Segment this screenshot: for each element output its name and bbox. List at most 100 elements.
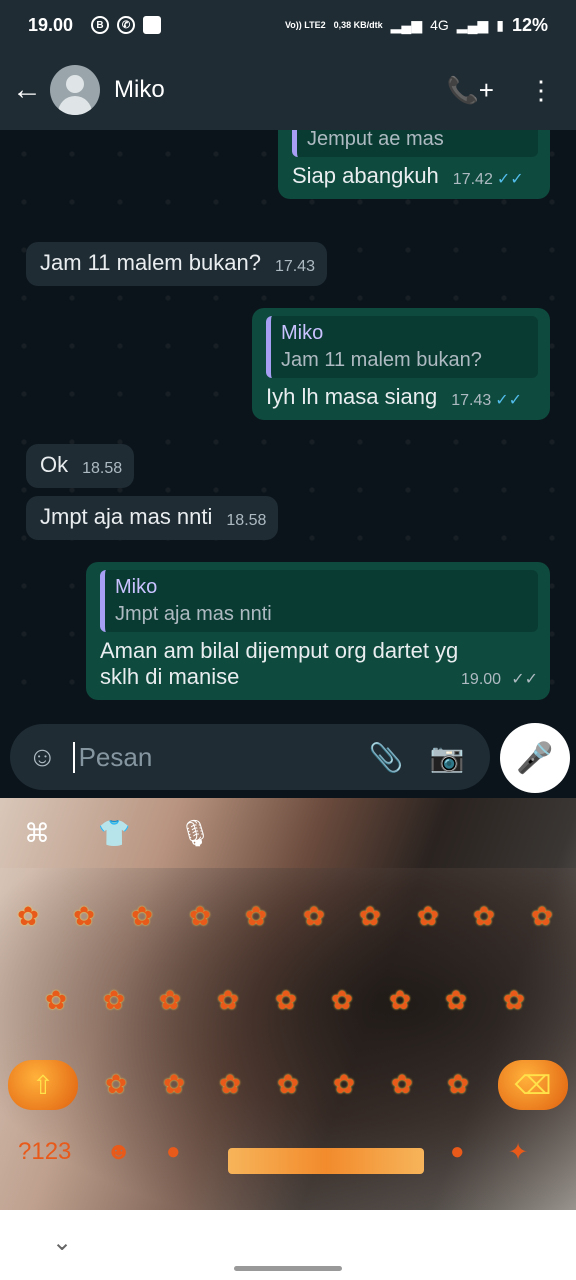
quote-text: Jemput ae mas <box>307 130 444 150</box>
mic-icon: 🎤 <box>516 741 554 775</box>
message-time: 17.42 <box>452 171 493 188</box>
message-input-container: ☺ 📎 📷 <box>10 724 490 790</box>
symbols-key-label: ?123 <box>18 1138 72 1165</box>
quote-author: Miko <box>281 322 324 344</box>
period-key[interactable]: ● <box>450 1138 465 1166</box>
message-line-2: sklh di manise <box>100 664 240 689</box>
chat-header: ← Miko 📞+ ⋮ <box>0 50 576 130</box>
message-bubble-in[interactable]: Ok 18.58 <box>26 444 135 488</box>
delete-icon: ⌫ <box>514 1069 552 1100</box>
keyboard-key[interactable]: ✿ <box>382 1066 422 1102</box>
attach-icon[interactable]: 📎 <box>369 741 404 774</box>
bag-icon <box>143 16 162 34</box>
message-text: Siap abangkuh <box>292 163 439 188</box>
keyboard-key[interactable]: ✿ <box>96 1066 136 1102</box>
contact-name[interactable]: Miko <box>114 76 165 104</box>
keyboard-key[interactable]: ✿ <box>154 1066 194 1102</box>
battery-icon: ▮ <box>496 16 504 33</box>
keyboard-key[interactable]: ✿ <box>268 1066 308 1102</box>
enter-key[interactable]: ✦ <box>508 1138 528 1167</box>
keyboard-key[interactable]: ✿ <box>436 982 476 1018</box>
theme-icon[interactable]: 👕 <box>98 818 130 849</box>
comma-key[interactable]: ● <box>166 1138 181 1166</box>
keyboard-key[interactable]: ✿ <box>522 898 562 934</box>
keyboard-key[interactable]: ✿ <box>350 898 390 934</box>
symbols-key[interactable]: ?123 <box>18 1138 71 1166</box>
read-ticks-icon: ✓✓ <box>496 171 524 188</box>
message-time: 17.43 <box>274 258 315 275</box>
quote-text: Jmpt aja mas nnti <box>115 603 272 625</box>
keyboard-key[interactable]: ✿ <box>208 982 248 1018</box>
message-line-1: Aman am bilal dijemput org dartet yg <box>100 638 459 663</box>
keyboard-key[interactable]: ✿ <box>150 982 190 1018</box>
keyboard-key[interactable]: ✿ <box>8 898 48 934</box>
network-type: 4G <box>430 17 449 33</box>
emoji-key[interactable]: ☻ <box>106 1138 131 1166</box>
keyboard-key[interactable]: ✿ <box>266 982 306 1018</box>
message-input[interactable] <box>72 741 343 773</box>
message-bubble-out[interactable]: Jemput ae mas Siap abangkuh 17.42 ✓✓ <box>278 130 550 199</box>
keyboard-key[interactable]: ✿ <box>94 982 134 1018</box>
keyboard-key[interactable]: ✿ <box>64 898 104 934</box>
quoted-message[interactable]: Miko Jam 11 malem bukan? <box>266 316 538 378</box>
message-bubble-out[interactable]: Miko Jmpt aja mas nnti Aman am bilal dij… <box>86 562 550 700</box>
keyboard[interactable]: ⌘ 👕 🎙 ✿ ✿ ✿ ✿ ✿ ✿ ✿ ✿ ✿ ✿ ✿ ✿ ✿ ✿ ✿ ✿ ✿ … <box>0 798 576 1210</box>
message-text: Jmpt aja mas nnti <box>40 504 213 529</box>
chat-area[interactable]: Jemput ae mas Siap abangkuh 17.42 ✓✓ Jam… <box>0 130 576 720</box>
status-time: 19.00 <box>28 14 74 35</box>
keyboard-key[interactable]: ✿ <box>380 982 420 1018</box>
keyboard-hide-chevron-icon[interactable]: ⌄ <box>52 1228 72 1257</box>
keyboard-key[interactable]: ✿ <box>180 898 220 934</box>
message-bubble-in[interactable]: Jmpt aja mas nnti 18.58 <box>26 496 279 540</box>
message-text: Jam 11 malem bukan? <box>40 250 261 275</box>
space-key[interactable] <box>228 1148 424 1174</box>
home-gesture-handle[interactable] <box>234 1266 342 1271</box>
message-bubble-in[interactable]: Jam 11 malem bukan? 17.43 <box>26 242 327 286</box>
delete-key[interactable]: ⌫ <box>498 1060 568 1110</box>
quote-author: Miko <box>115 576 158 598</box>
signal-icon: ▂▄▆ <box>390 16 423 33</box>
keyboard-key[interactable]: ✿ <box>322 982 362 1018</box>
quoted-message[interactable]: Miko Jmpt aja mas nnti <box>100 570 538 632</box>
keyboard-key[interactable]: ✿ <box>324 1066 364 1102</box>
keyboard-key[interactable]: ✿ <box>464 898 504 934</box>
add-call-icon[interactable]: 📞+ <box>446 75 494 106</box>
more-vert-icon[interactable]: ⋮ <box>528 75 554 106</box>
signal-icon-2: ▂▄▆ <box>456 16 489 33</box>
header-actions: 📞+ ⋮ <box>446 75 564 106</box>
message-text: Ok <box>40 452 69 477</box>
keyboard-key[interactable]: ✿ <box>438 1066 478 1102</box>
quote-text: Jam 11 malem bukan? <box>281 349 482 371</box>
back-arrow-icon[interactable]: ← <box>12 73 46 107</box>
status-bar: 19.00 B ✆ Vo)) LTE2 0,38 KB/dtk ▂▄▆ 4G ▂… <box>0 0 576 50</box>
keyboard-key[interactable]: ✿ <box>210 1066 250 1102</box>
apps-icon[interactable]: ⌘ <box>24 818 50 849</box>
emoji-icon[interactable]: ☺ <box>28 741 57 773</box>
message-time: 18.58 <box>226 512 267 529</box>
keyboard-key[interactable]: ✿ <box>494 982 534 1018</box>
camera-icon[interactable]: 📷 <box>429 741 464 774</box>
message-time: 17.43 <box>451 392 492 409</box>
message-time: 19.00 <box>461 671 502 688</box>
shift-key[interactable]: ⇧ <box>8 1060 78 1110</box>
message-bubble-out[interactable]: Miko Jam 11 malem bukan? Iyh lh masa sia… <box>252 308 550 420</box>
mic-button[interactable]: 🎤 <box>500 723 570 793</box>
notification-icons: B ✆ <box>91 16 162 34</box>
keyboard-key[interactable]: ✿ <box>294 898 334 934</box>
message-time: 18.58 <box>82 460 123 477</box>
volte-indicator: Vo)) LTE2 <box>284 19 326 30</box>
delivered-ticks-icon: ✓✓ <box>511 671 538 688</box>
quoted-message[interactable]: Jemput ae mas <box>292 130 538 157</box>
read-ticks-icon: ✓✓ <box>495 392 523 409</box>
status-right: Vo)) LTE2 0,38 KB/dtk ▂▄▆ 4G ▂▄▆ ▮ 12% <box>285 15 548 36</box>
network-speed: 0,38 KB/dtk <box>333 19 383 30</box>
keyboard-key[interactable]: ✿ <box>36 982 76 1018</box>
voice-input-icon[interactable]: 🎙 <box>178 818 211 849</box>
battery-level: 12% <box>511 14 548 35</box>
keyboard-key[interactable]: ✿ <box>122 898 162 934</box>
avatar[interactable] <box>50 65 100 115</box>
keyboard-key[interactable]: ✿ <box>236 898 276 934</box>
b-app-icon: B <box>91 16 110 34</box>
shift-icon: ⇧ <box>32 1069 54 1100</box>
keyboard-key[interactable]: ✿ <box>408 898 448 934</box>
